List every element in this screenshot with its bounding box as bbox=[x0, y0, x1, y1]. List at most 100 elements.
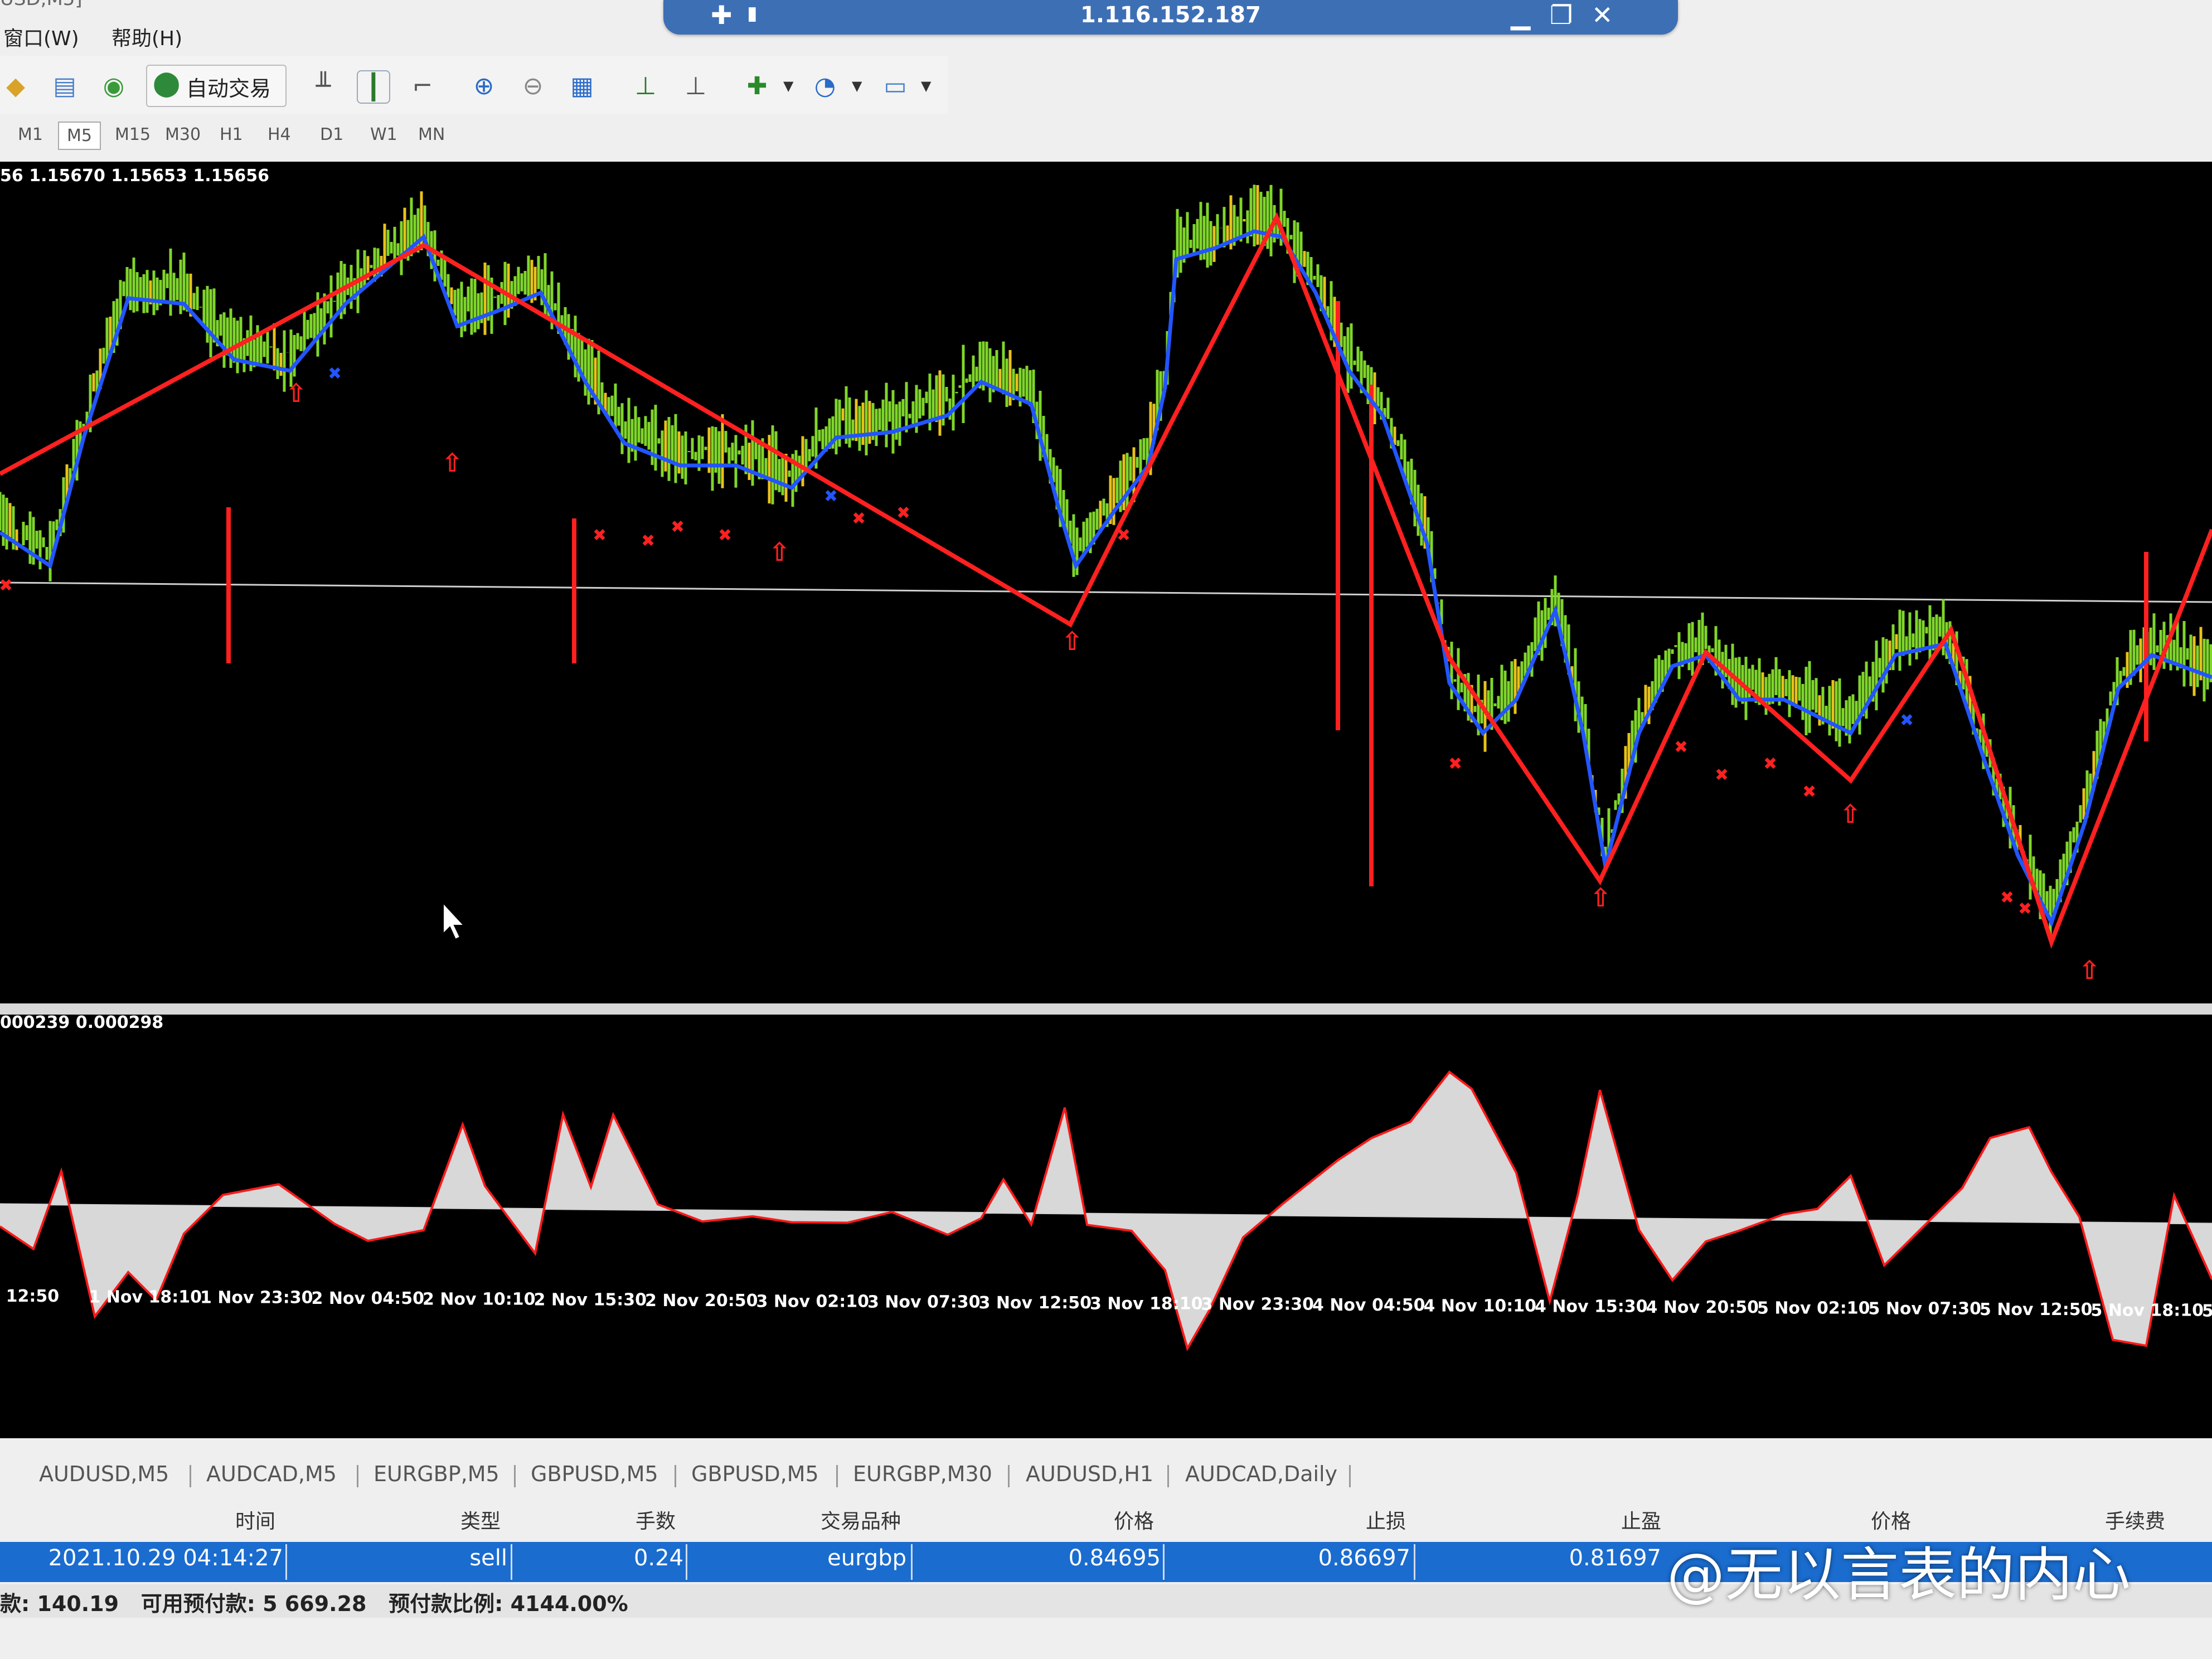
timeframe-h1[interactable]: H1 bbox=[212, 122, 251, 148]
periods-dropdown-icon[interactable]: ▼ bbox=[852, 78, 862, 94]
tab-separator bbox=[675, 1465, 676, 1487]
time-axis-label: 2 Nov 04:50 bbox=[312, 1289, 425, 1308]
timeframe-m1[interactable]: M1 bbox=[10, 122, 51, 148]
time-axis-label: 2 Nov 20:50 bbox=[645, 1291, 758, 1311]
tab-separator bbox=[514, 1465, 516, 1487]
cross-marker-icon: ✖ bbox=[0, 576, 13, 595]
symbol-tab[interactable]: AUDUSD,M5 bbox=[39, 1462, 169, 1486]
timeframe-mn[interactable]: MN bbox=[410, 122, 453, 148]
time-axis-label: 3 Nov 18:10 bbox=[1090, 1294, 1203, 1313]
indicator-info-label: 000239 0.000298 bbox=[0, 1013, 164, 1032]
time-axis-label: 5 Nov 07:30 bbox=[1869, 1299, 1982, 1319]
market-watch-icon[interactable]: ◉ bbox=[98, 70, 129, 101]
blue-marker-icon: ✖ bbox=[1900, 711, 1914, 730]
templates-icon[interactable]: ▭ bbox=[880, 70, 911, 101]
time-axis-label: 1 Nov 23:30 bbox=[200, 1288, 313, 1308]
cross-marker-icon: ✖ bbox=[641, 531, 655, 551]
candlestick-icon[interactable]: ┃ bbox=[357, 70, 390, 104]
timeframe-d1[interactable]: D1 bbox=[312, 122, 351, 148]
blue-marker-icon: ✖ bbox=[328, 364, 342, 384]
zoom-out-icon[interactable]: ⊖ bbox=[517, 70, 549, 101]
autotrade-button[interactable]: ⬤ 自动交易 bbox=[146, 65, 287, 107]
tab-separator bbox=[357, 1465, 358, 1487]
indicators-dropdown-icon[interactable]: ▼ bbox=[783, 78, 793, 94]
buy-arrow-icon: ⇧ bbox=[285, 378, 307, 408]
timeframe-h4[interactable]: H4 bbox=[260, 122, 299, 148]
symbol-tab[interactable]: GBPUSD,M5 bbox=[531, 1462, 658, 1486]
header-sl: 止损 bbox=[1366, 1510, 1406, 1533]
symbol-tab[interactable]: EURGBP,M30 bbox=[853, 1462, 992, 1486]
autoscroll-icon[interactable]: ⊥ bbox=[680, 70, 711, 101]
price-candles bbox=[0, 185, 2212, 940]
cell-separator bbox=[1414, 1544, 1415, 1580]
header-tp: 止盈 bbox=[1621, 1510, 1662, 1533]
time-axis-label: 4 Nov 04:50 bbox=[1312, 1296, 1425, 1315]
header-price: 价格 bbox=[1114, 1510, 1154, 1533]
time-axis-label: 4 Nov 10:10 bbox=[1424, 1296, 1537, 1316]
trade-price: 0.84695 bbox=[1068, 1545, 1161, 1571]
buy-arrow-icon: ⇧ bbox=[769, 537, 790, 567]
tab-separator bbox=[1167, 1465, 1169, 1487]
symbol-tab[interactable]: AUDUSD,H1 bbox=[1026, 1462, 1153, 1486]
symbol-tab[interactable]: AUDCAD,Daily bbox=[1185, 1462, 1337, 1486]
cell-separator bbox=[285, 1544, 287, 1580]
header-type: 类型 bbox=[460, 1510, 501, 1533]
symbol-tab[interactable]: AUDCAD,M5 bbox=[206, 1462, 337, 1486]
menu-window[interactable]: 窗口(W) bbox=[3, 22, 79, 51]
time-axis-label: 2 Nov 10:10 bbox=[423, 1289, 536, 1309]
tile-windows-icon[interactable]: ▦ bbox=[566, 70, 598, 101]
cross-marker-icon: ✖ bbox=[718, 526, 732, 545]
timeframe-m15[interactable]: M15 bbox=[107, 122, 158, 148]
menu-help[interactable]: 帮助(H) bbox=[111, 22, 182, 51]
timeframe-w1[interactable]: W1 bbox=[362, 122, 405, 148]
timeframe-m30[interactable]: M30 bbox=[157, 122, 208, 148]
cross-marker-icon: ✖ bbox=[896, 503, 910, 523]
header-lots: 手数 bbox=[636, 1510, 676, 1533]
time-axis-label: 3 Nov 07:30 bbox=[867, 1293, 981, 1312]
line-chart-icon[interactable]: ⌐ bbox=[407, 70, 438, 101]
time-axis-label: 5 Nov 02:10 bbox=[1757, 1298, 1870, 1318]
time-axis-label: 3 Nov 12:50 bbox=[979, 1293, 1092, 1313]
cross-marker-icon: ✖ bbox=[671, 517, 685, 537]
price-level-line bbox=[0, 581, 2212, 603]
time-axis-label: 3 Nov 02:10 bbox=[756, 1292, 870, 1311]
cell-separator bbox=[1163, 1544, 1165, 1580]
indicators-icon[interactable]: ✚ bbox=[741, 70, 773, 101]
trade-sl: 0.86697 bbox=[1318, 1545, 1410, 1571]
trade-symbol: eurgbp bbox=[827, 1545, 906, 1571]
templates-dropdown-icon[interactable]: ▼ bbox=[921, 78, 931, 94]
menu-bar bbox=[0, 20, 2212, 54]
bar-chart-icon[interactable]: ╨ bbox=[308, 70, 339, 101]
time-axis-label: 4 Nov 20:50 bbox=[1646, 1298, 1759, 1317]
cell-separator bbox=[511, 1544, 512, 1580]
cross-marker-icon: ✖ bbox=[2000, 888, 2014, 908]
indicator-panel-separator bbox=[0, 1003, 2212, 1015]
window-caption-partial: USD,M5] bbox=[0, 0, 83, 10]
watermark: @无以言表的内心 bbox=[1667, 1541, 2131, 1609]
trade-type: sell bbox=[469, 1545, 507, 1571]
cross-marker-icon: ✖ bbox=[1802, 782, 1816, 802]
time-axis: ov 12:50 1 Nov 18:101 Nov 23:302 Nov 04:5… bbox=[0, 1287, 2212, 1321]
cross-marker-icon: ✖ bbox=[1117, 526, 1131, 545]
symbol-tab[interactable]: EURGBP,M5 bbox=[373, 1462, 499, 1486]
account-status-text: 款: 140.19 可用预付款: 5 669.28 预付款比例: 4144.00… bbox=[0, 1592, 628, 1616]
time-axis-label: 3 Nov 23:30 bbox=[1201, 1295, 1314, 1314]
profiles-icon[interactable]: ▤ bbox=[49, 70, 80, 101]
timeframe-m5[interactable]: M5 bbox=[58, 122, 101, 150]
cross-marker-icon: ✖ bbox=[852, 509, 866, 528]
folder-icon[interactable]: ◆ bbox=[0, 70, 31, 101]
mouse-cursor-icon bbox=[443, 901, 465, 940]
zoom-in-icon[interactable]: ⊕ bbox=[468, 70, 499, 101]
periods-clock-icon[interactable]: ◔ bbox=[809, 70, 841, 101]
cross-marker-icon: ✖ bbox=[1763, 754, 1777, 774]
buy-arrow-icon: ⇧ bbox=[2079, 955, 2101, 985]
trade-tp: 0.81697 bbox=[1569, 1545, 1661, 1571]
price-chart[interactable]: ⇧⇧⇧⇧⇧⇧⇧✖✖✖✖✖✖✖✖✖✖✖✖✖✖✖✖✖✖ ov 12:501 Nov … bbox=[0, 162, 2212, 1438]
time-axis-label: 5 bbox=[2202, 1302, 2212, 1321]
symbol-tab[interactable]: GBPUSD,M5 bbox=[691, 1462, 819, 1486]
chart-shift-icon[interactable]: ⊥ bbox=[630, 70, 661, 101]
time-axis-label: ov 12:50 bbox=[0, 1287, 59, 1306]
autotrade-label: 自动交易 bbox=[186, 76, 271, 101]
tab-separator bbox=[1008, 1465, 1010, 1487]
blue-marker-icon: ✖ bbox=[824, 487, 838, 506]
